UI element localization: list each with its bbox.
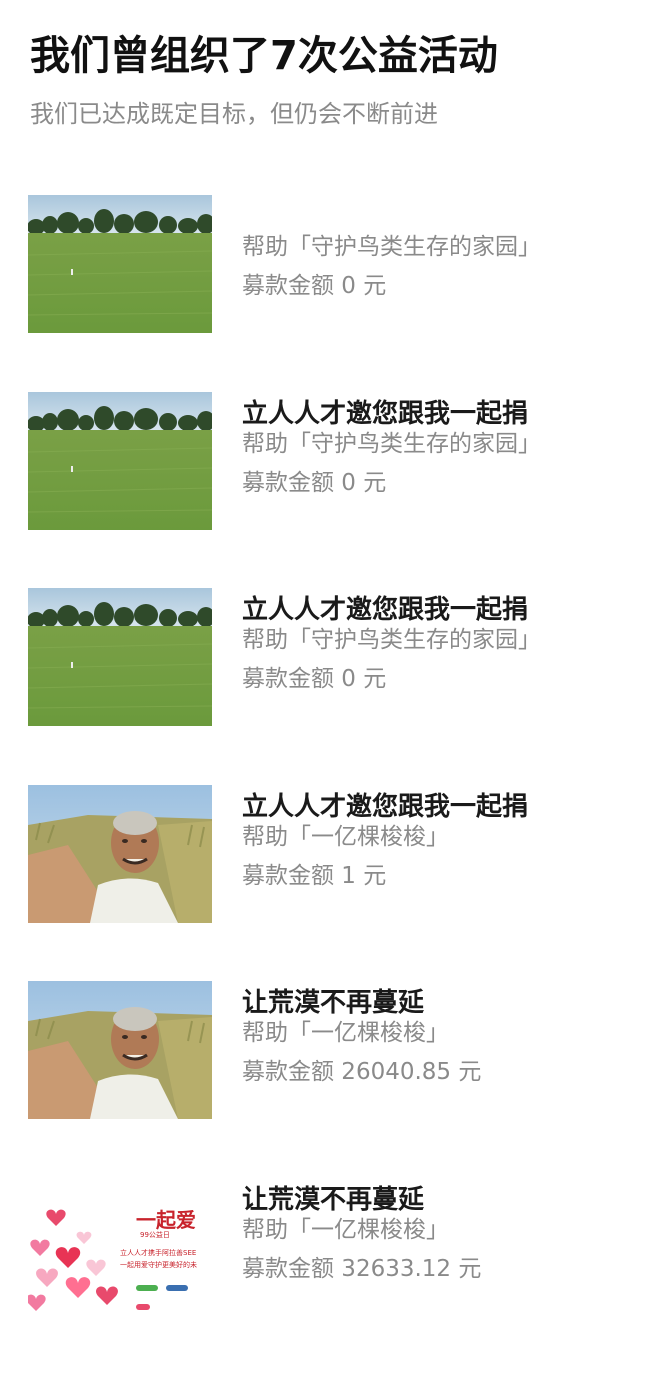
page-subtitle: 我们已达成既定目标，但仍会不断前进 <box>30 100 438 128</box>
activity-help-text: 帮助「守护鸟类生存的家园」 <box>242 430 541 457</box>
activity-info: 让荒漠不再蔓延 帮助「一亿棵梭梭」 募款金额 26040.85 元 <box>242 981 642 1119</box>
activity-amount: 募款金额 26040.85 元 <box>242 1059 482 1085</box>
activity-item[interactable]: 立人人才邀您跟我一起捐 帮助「一亿棵梭梭」 募款金额 1 元 <box>28 784 638 923</box>
activity-info: 让荒漠不再蔓延 帮助「一亿棵梭梭」 募款金额 32633.12 元 <box>242 1178 642 1316</box>
activity-item[interactable]: 让荒漠不再蔓延 帮助「一亿棵梭梭」 募款金额 26040.85 元 <box>28 981 638 1119</box>
activity-info: 立人人才邀您跟我一起捐 帮助「守护鸟类生存的家园」 募款金额 0 元 <box>242 588 642 726</box>
page-header: 我们曾组织了7次公益活动 我们已达成既定目标，但仍会不断前进 <box>30 24 640 130</box>
activity-thumbnail-grassland <box>28 588 212 726</box>
sponsor-logo-icon <box>136 1284 158 1291</box>
activity-amount: 募款金额 1 元 <box>242 862 387 889</box>
activity-thumbnail-elderly-man <box>28 981 212 1119</box>
activity-help-text: 帮助「一亿棵梭梭」 <box>242 1216 449 1243</box>
page-title: 我们曾组织了7次公益活动 <box>30 33 498 79</box>
activity-amount: 募款金额 32633.12 元 <box>242 1255 482 1282</box>
activity-amount: 募款金额 0 元 <box>242 273 387 299</box>
poster-line-1: 立人人才携手阿拉善SEE <box>120 1248 197 1257</box>
activity-help-text: 帮助「守护鸟类生存的家园」 <box>242 234 541 260</box>
activity-list: 帮助「守护鸟类生存的家园」 募款金额 0 元 立人人才邀您跟我一起捐 帮助「守护… <box>28 195 638 1374</box>
activity-amount: 募款金额 0 元 <box>242 666 387 692</box>
activity-item[interactable]: 立人人才邀您跟我一起捐 帮助「守护鸟类生存的家园」 募款金额 0 元 <box>28 588 638 726</box>
poster-line-2: 一起用爱守护更美好的未 <box>120 1260 197 1269</box>
activity-thumbnail-elderly-man <box>28 784 212 923</box>
activity-thumbnail-grassland <box>28 391 212 530</box>
activity-help-text: 帮助「守护鸟类生存的家园」 <box>242 627 541 653</box>
sponsor-logo-icon <box>136 1303 150 1310</box>
activity-amount: 募款金额 0 元 <box>242 469 387 496</box>
poster-date: 99公益日 <box>140 1230 170 1239</box>
poster-sponsor-logos <box>136 1276 208 1310</box>
poster-logo: 一起爱 <box>136 1207 196 1232</box>
activity-info: 帮助「守护鸟类生存的家园」 募款金额 0 元 <box>242 195 642 333</box>
activity-item[interactable]: 一起爱 99公益日 立人人才携手阿拉善SEE 一起用爱守护更美好的未 让荒漠不再… <box>28 1177 638 1316</box>
sponsor-logo-icon <box>166 1284 189 1291</box>
activity-thumbnail-poster: 一起爱 99公益日 立人人才携手阿拉善SEE 一起用爱守护更美好的未 <box>28 1177 212 1316</box>
activity-item[interactable]: 帮助「守护鸟类生存的家园」 募款金额 0 元 <box>28 195 638 333</box>
activity-item[interactable]: 立人人才邀您跟我一起捐 帮助「守护鸟类生存的家园」 募款金额 0 元 <box>28 391 638 530</box>
activity-info: 立人人才邀您跟我一起捐 帮助「守护鸟类生存的家园」 募款金额 0 元 <box>242 392 642 530</box>
activity-help-text: 帮助「一亿棵梭梭」 <box>242 823 449 850</box>
activity-info: 立人人才邀您跟我一起捐 帮助「一亿棵梭梭」 募款金额 1 元 <box>242 785 642 923</box>
activity-help-text: 帮助「一亿棵梭梭」 <box>242 1020 449 1046</box>
activity-thumbnail-grassland <box>28 195 212 333</box>
